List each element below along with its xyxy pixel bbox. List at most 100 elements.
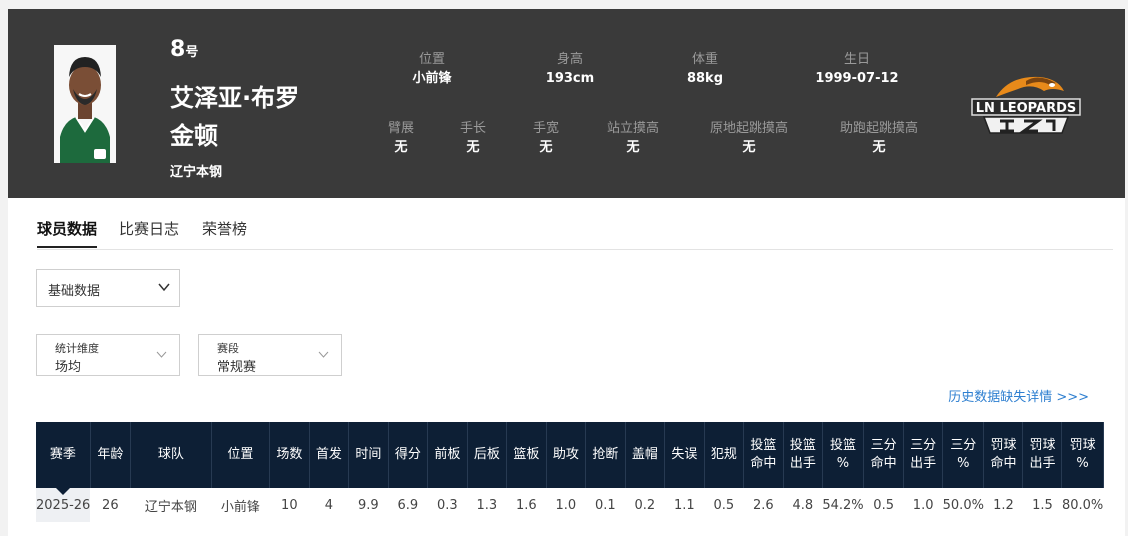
filter-value: 常规赛 — [217, 360, 257, 375]
info-value: 无 — [626, 140, 640, 155]
column-header: 年龄 — [90, 422, 131, 488]
column-header-text: 助攻 — [552, 447, 579, 462]
column-header-text: 出手 — [1029, 456, 1056, 471]
column-header-text: 篮板 — [513, 447, 540, 462]
column-header: 后板 — [467, 422, 507, 488]
column-header: 篮板 — [506, 422, 547, 488]
column-header-text: 首发 — [315, 447, 342, 462]
table-cell: 0.1 — [594, 497, 616, 513]
info-label: 助跑起跳摸高 — [839, 121, 918, 136]
column-header: 抢断 — [585, 422, 626, 488]
table-cell: 0.5 — [713, 497, 735, 513]
player-photo — [54, 45, 116, 163]
jersey-number: 8号 — [170, 37, 198, 62]
jersey-number-value: 8 — [170, 37, 186, 62]
info-standing-reach: 站立摸高 无 — [573, 120, 693, 158]
column-header-text: 赛季 — [49, 447, 76, 462]
column-header-text: 得分 — [394, 447, 421, 462]
table-cell: 0.3 — [436, 497, 458, 513]
filter-label: 统计维度 — [55, 342, 99, 355]
info-value: 无 — [742, 140, 756, 155]
table-cell: 9.9 — [357, 497, 379, 513]
player-name: 艾泽亚·布罗金顿 — [170, 84, 300, 150]
chevron-down-icon — [156, 351, 167, 358]
column-header-text: % — [1076, 456, 1089, 471]
column-header-text: 球队 — [157, 447, 184, 462]
column-header-text: 命中 — [750, 456, 777, 471]
column-header-text: 三分 — [910, 438, 937, 453]
column-header-text: 罚球 — [990, 438, 1017, 453]
info-label: 生日 — [843, 52, 870, 67]
stat-type-select-value: 基础数据 — [48, 284, 101, 299]
table-cell: 54.2% — [822, 497, 864, 513]
info-label: 站立摸高 — [606, 121, 659, 136]
table-cell: 1.0 — [912, 497, 934, 513]
chevron-down-icon — [158, 283, 170, 292]
stat-type-select[interactable]: 基础数据 — [36, 269, 180, 307]
column-header: 赛季 — [36, 422, 91, 488]
tab-game-log[interactable]: 比赛日志 — [119, 218, 179, 239]
column-header: 三分 出手 — [903, 422, 944, 488]
column-header: 失误 — [664, 422, 705, 488]
table-cell: 50.0% — [942, 497, 984, 513]
chevron-down-icon — [318, 351, 329, 358]
info-running-vertical: 助跑起跳摸高 无 — [819, 120, 939, 158]
filter-stat-dimension[interactable]: 统计维度 场均 — [36, 334, 180, 376]
tab-player-stats[interactable]: 球员数据 — [37, 218, 98, 248]
info-value: 193cm — [545, 71, 595, 86]
column-header: 罚球% — [1061, 422, 1104, 488]
history-missing-data-link[interactable]: 历史数据缺失详情 >>> — [948, 386, 1089, 405]
column-header-text: 出手 — [789, 456, 816, 471]
table-cell: 1.0 — [555, 497, 577, 513]
filter-season-stage[interactable]: 赛段 常规赛 — [198, 334, 342, 376]
column-header-text: 前板 — [434, 447, 461, 462]
column-header: 球队 — [130, 422, 212, 488]
column-header-text: 后板 — [473, 447, 500, 462]
main-panel: 球员数据 比赛日志 荣誉榜 基础数据 统计维度 场均 赛段 常规赛 历史数据缺失… — [8, 198, 1125, 536]
column-header: 首发 — [309, 422, 349, 488]
column-header-text: 位置 — [227, 447, 254, 462]
column-header-text: 三分 — [950, 438, 977, 453]
column-header-text: 失误 — [671, 447, 698, 462]
column-header-text: % — [957, 456, 970, 471]
stats-table: 赛季 年龄 球队 位置 场数 首发 时间 得分 前板 后板 篮板 助攻 抢断 盖帽 失误 犯规 投篮 命中 投篮 出手… — [36, 422, 1104, 522]
stats-header-row: 赛季 年龄 球队 位置 场数 首发 时间 得分 前板 后板 篮板 助攻 抢断 盖帽 失误 犯规 投篮 命中 投篮 出手… — [36, 422, 1104, 488]
table-cell: 小前锋 — [220, 499, 260, 515]
info-height: 身高 193cm — [510, 51, 630, 89]
column-header-text: 年龄 — [97, 447, 124, 462]
info-weight: 体重 88kg — [645, 51, 765, 89]
column-header: 投篮 出手 — [783, 422, 823, 488]
info-value: 88kg — [686, 71, 724, 86]
tab-bar: 球员数据 比赛日志 荣誉榜 — [37, 212, 1113, 250]
column-header: 投篮% — [822, 422, 865, 488]
tab-honors[interactable]: 荣誉榜 — [202, 218, 247, 239]
table-cell: 4 — [324, 497, 333, 513]
table-cell: 辽宁本钢 — [144, 499, 197, 515]
column-header: 罚球 命中 — [983, 422, 1024, 488]
column-header: 三分 命中 — [863, 422, 905, 488]
column-header: 犯规 — [704, 422, 744, 488]
column-header-text: 命中 — [990, 456, 1017, 471]
jersey-number-suffix: 号 — [185, 45, 199, 60]
column-header: 位置 — [211, 422, 270, 488]
table-cell: 1.6 — [515, 497, 537, 513]
info-label: 原地起跳摸高 — [709, 121, 788, 136]
info-standing-vertical: 原地起跳摸高 无 — [689, 120, 809, 158]
column-header-text: 盖帽 — [631, 447, 658, 462]
column-header-text: 投篮 — [829, 438, 856, 453]
table-cell: 4.8 — [792, 497, 814, 513]
team-name: 辽宁本钢 — [170, 165, 223, 180]
column-header: 罚球 出手 — [1022, 422, 1063, 488]
info-value: 小前锋 — [412, 71, 452, 86]
column-header: 投篮 命中 — [743, 422, 784, 488]
table-cell: 1.2 — [993, 497, 1014, 513]
logo-text: LN LEOPARDS — [976, 101, 1076, 116]
info-birthday: 生日 1999-07-12 — [797, 51, 917, 89]
column-header-text: 时间 — [355, 447, 382, 462]
table-cell: 2.6 — [752, 497, 774, 513]
filter-value: 场均 — [55, 360, 82, 375]
table-cell: 80.0% — [1061, 497, 1104, 513]
table-cell: 0.2 — [634, 497, 656, 513]
column-header: 得分 — [388, 422, 428, 488]
column-header-text: 三分 — [870, 438, 897, 453]
